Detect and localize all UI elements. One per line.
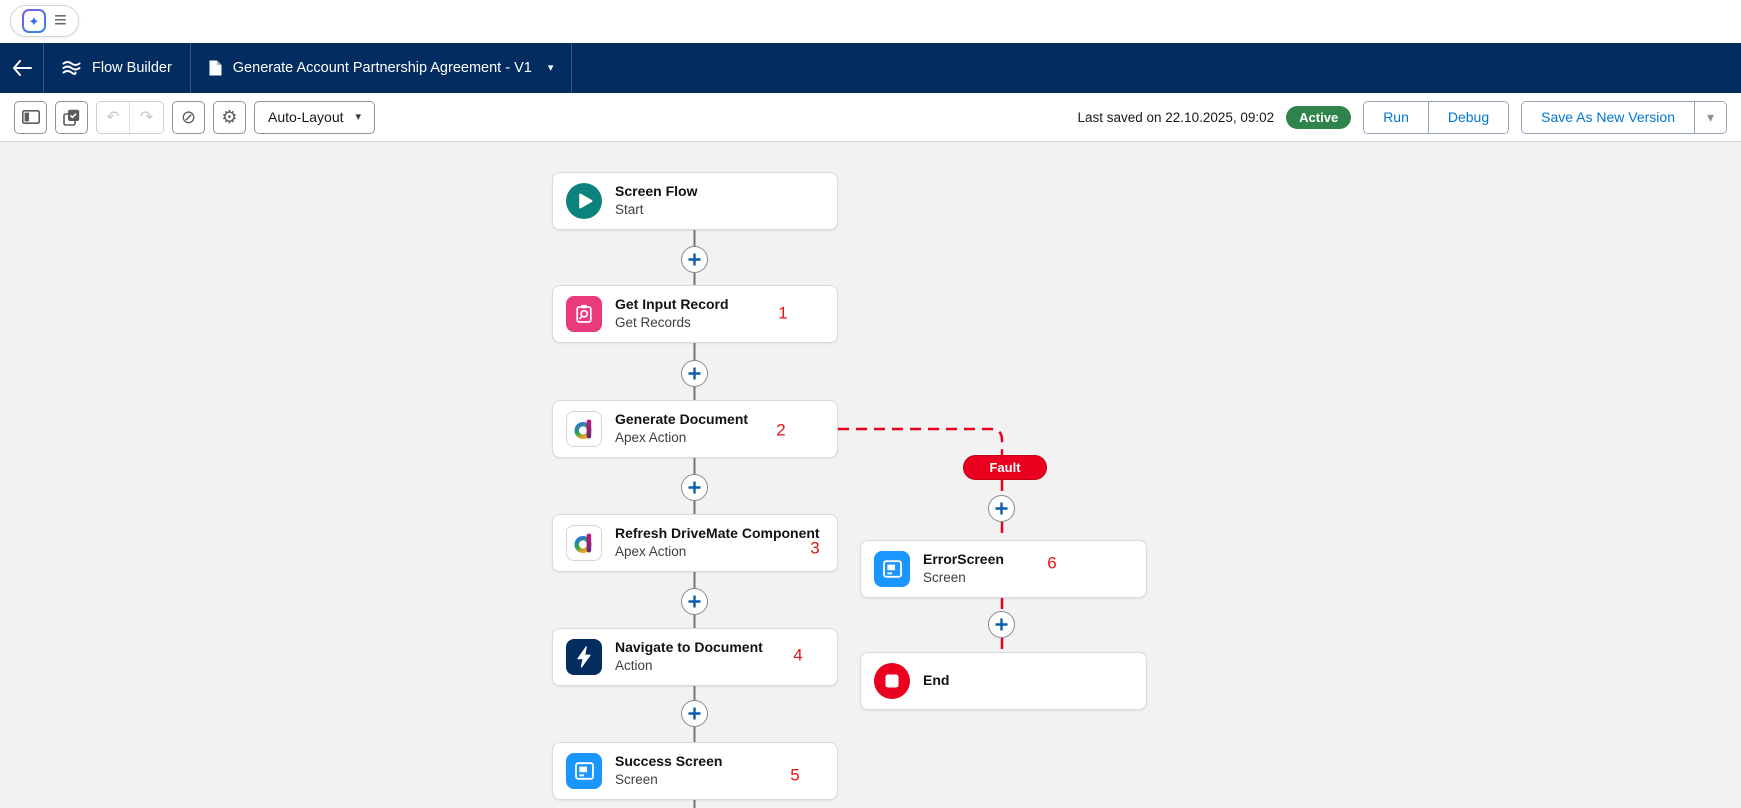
annotation-3: 3 (810, 538, 820, 558)
assistant-pill[interactable]: ✦ ≡ (10, 5, 79, 37)
flow-node-end[interactable]: End (860, 652, 1147, 710)
add-element-button[interactable] (681, 588, 708, 615)
add-element-button[interactable] (681, 474, 708, 501)
drivemate-apex-icon (566, 411, 602, 447)
status-badge: Active (1286, 105, 1352, 129)
plus-icon (688, 253, 701, 266)
flow-toolbar: ↶ ↷ ⊘ ⚙ Auto-Layout ▾ Last saved on 22.1… (0, 93, 1741, 142)
disable-flow-button[interactable]: ⊘ (172, 100, 205, 134)
screen-icon (566, 753, 602, 789)
last-saved-text: Last saved on 22.10.2025, 09:02 (1077, 109, 1275, 125)
product-section: Flow Builder (44, 43, 191, 93)
panel-toggle-icon (21, 110, 40, 124)
hamburger-menu-icon[interactable]: ≡ (54, 8, 67, 31)
annotation-1: 1 (778, 303, 788, 323)
node-title: Generate Document (615, 411, 749, 428)
node-title: Get Input Record (615, 296, 729, 313)
document-icon (209, 60, 222, 76)
browser-top-strip: ✦ ≡ (0, 0, 1741, 43)
node-title: Success Screen (615, 753, 723, 770)
redo-icon: ↷ (139, 109, 154, 126)
flow-title: Generate Account Partnership Agreement -… (232, 60, 532, 76)
save-options-button[interactable]: ▾ (1694, 101, 1726, 133)
select-elements-button[interactable] (55, 100, 88, 134)
node-title: Screen Flow (615, 183, 698, 200)
end-stop-icon (874, 663, 910, 699)
annotation-2: 2 (776, 420, 786, 440)
flow-node-start[interactable]: Screen Flow Start (552, 172, 838, 230)
node-subtitle: Get Records (615, 314, 691, 330)
save-group: Save As New Version ▾ (1521, 100, 1727, 134)
undo-icon: ↶ (106, 109, 120, 126)
add-element-button[interactable] (988, 495, 1015, 522)
redo-button[interactable]: ↷ (130, 101, 163, 133)
node-title: End (923, 672, 950, 689)
flow-builder-header: Flow Builder Generate Account Partnershi… (0, 43, 1741, 93)
plus-icon (688, 367, 701, 380)
drivemate-apex-icon (566, 525, 602, 561)
fault-label[interactable]: Fault (963, 455, 1047, 480)
toggle-panel-button[interactable] (14, 100, 47, 134)
plus-icon (995, 618, 1008, 631)
chevron-down-icon: ▾ (547, 61, 554, 74)
node-subtitle: Action (615, 657, 653, 673)
back-button[interactable] (0, 43, 44, 93)
flow-node-refresh-drivemate-component[interactable]: Refresh DriveMate Component Apex Action (552, 514, 838, 572)
plus-icon (688, 595, 701, 608)
add-element-button[interactable] (681, 360, 708, 387)
layout-select[interactable]: Auto-Layout ▾ (254, 100, 376, 134)
run-button[interactable]: Run (1364, 101, 1428, 133)
save-as-new-version-button[interactable]: Save As New Version (1522, 101, 1694, 133)
gear-icon: ⚙ (221, 107, 238, 127)
debug-button[interactable]: Debug (1427, 101, 1509, 133)
undo-button[interactable]: ↶ (97, 101, 130, 133)
flow-node-generate-document[interactable]: Generate Document Apex Action (552, 400, 838, 458)
node-subtitle: Screen (923, 569, 966, 585)
product-name: Flow Builder (92, 60, 172, 76)
sparkle-icon[interactable]: ✦ (22, 9, 46, 33)
annotation-4: 4 (793, 645, 803, 665)
prohibit-icon: ⊘ (180, 107, 197, 127)
add-element-button[interactable] (681, 246, 708, 273)
toolbar-right: Last saved on 22.10.2025, 09:02 Active R… (1077, 100, 1727, 134)
annotation-5: 5 (790, 765, 800, 785)
flow-canvas[interactable]: Fault Screen Flow Start Get Input Record G… (0, 142, 1741, 808)
node-subtitle: Apex Action (615, 543, 687, 559)
chevron-down-icon: ▾ (355, 110, 362, 123)
back-arrow-icon (12, 60, 32, 76)
plus-icon (995, 502, 1008, 515)
node-title: ErrorScreen (923, 551, 1004, 568)
node-subtitle: Apex Action (615, 429, 687, 445)
add-element-button[interactable] (988, 611, 1015, 638)
chevron-down-icon: ▾ (1706, 108, 1715, 125)
action-bolt-icon (566, 639, 602, 675)
settings-button[interactable]: ⚙ (213, 100, 246, 134)
undo-redo-group: ↶ ↷ (96, 100, 164, 134)
flow-title-menu[interactable]: Generate Account Partnership Agreement -… (191, 43, 573, 93)
flow-node-get-input-record[interactable]: Get Input Record Get Records (552, 285, 838, 343)
run-debug-group: Run Debug (1363, 100, 1510, 134)
flow-builder-icon (62, 61, 81, 75)
get-records-icon (566, 296, 602, 332)
node-subtitle: Start (615, 201, 644, 217)
flow-node-error-screen[interactable]: ErrorScreen Screen (860, 540, 1147, 598)
node-subtitle: Screen (615, 771, 658, 787)
plus-icon (688, 481, 701, 494)
copy-elements-icon (63, 109, 80, 126)
node-title: Navigate to Document (615, 639, 763, 656)
node-title: Refresh DriveMate Component (615, 525, 820, 542)
annotation-6: 6 (1047, 553, 1057, 573)
plus-icon (688, 707, 701, 720)
start-play-icon (566, 183, 602, 219)
screen-icon (874, 551, 910, 587)
layout-select-value: Auto-Layout (268, 109, 344, 125)
add-element-button[interactable] (681, 700, 708, 727)
